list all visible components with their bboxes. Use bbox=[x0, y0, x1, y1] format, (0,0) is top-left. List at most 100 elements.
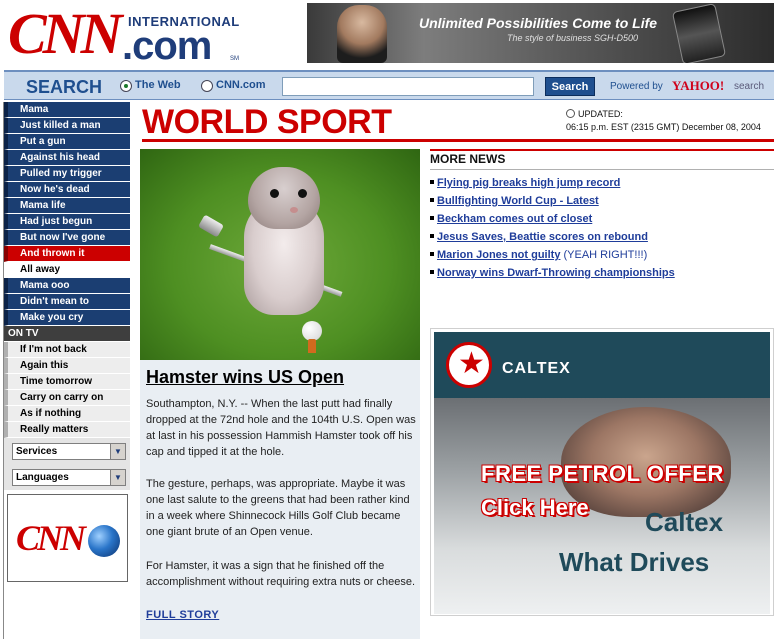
nav-item-active[interactable]: And thrown it bbox=[4, 246, 130, 262]
nav-item[interactable]: Had just begun bbox=[4, 214, 130, 230]
nav-tv-item[interactable]: Again this bbox=[4, 358, 130, 374]
clock-icon bbox=[566, 109, 575, 118]
nav-item[interactable]: Pulled my trigger bbox=[4, 166, 130, 182]
more-news-divider bbox=[430, 169, 774, 170]
more-news-title: MORE NEWS bbox=[430, 152, 506, 166]
search-input[interactable] bbox=[282, 77, 534, 96]
nav-tv-item[interactable]: Really matters bbox=[4, 422, 130, 438]
news-link[interactable]: Bullfighting World Cup - Latest bbox=[437, 195, 599, 207]
story-image-hamster-golf[interactable] bbox=[140, 149, 420, 360]
list-item: Beckham comes out of closet bbox=[430, 211, 774, 229]
logo-cnn-text: CNN bbox=[8, 1, 122, 66]
languages-select[interactable]: Languages ▼ bbox=[12, 469, 126, 486]
left-nav: Mama Just killed a man Put a gun Against… bbox=[4, 102, 130, 490]
cnn-badge-text: CNN bbox=[16, 518, 86, 558]
news-link[interactable]: Beckham comes out of closet bbox=[437, 213, 592, 225]
caltex-ad-header: CALTEX bbox=[434, 332, 770, 398]
hamster-nose bbox=[290, 207, 298, 213]
golf-tee bbox=[308, 339, 316, 353]
banner-phone-image bbox=[671, 3, 727, 63]
cnn-international-logo[interactable]: CNN INTERNATIONAL .com SM bbox=[4, 1, 304, 68]
chevron-down-icon[interactable]: ▼ bbox=[110, 470, 125, 485]
hamster-eye bbox=[298, 189, 307, 198]
nav-item[interactable]: Mama life bbox=[4, 198, 130, 214]
search-button[interactable]: Search bbox=[545, 77, 595, 96]
nav-section-on-tv: ON TV bbox=[4, 326, 130, 342]
hamster-figure bbox=[238, 167, 330, 317]
caltex-star-icon bbox=[446, 342, 492, 388]
page-root: CNN INTERNATIONAL .com SM Unlimited Poss… bbox=[0, 0, 780, 639]
services-select-value: Services bbox=[16, 446, 58, 457]
search-web-radio[interactable] bbox=[120, 80, 132, 92]
news-suffix: (YEAH RIGHT!!!) bbox=[560, 249, 648, 261]
nav-item[interactable]: Make you cry bbox=[4, 310, 130, 326]
hamster-eye bbox=[270, 189, 279, 198]
caltex-brand: CALTEX bbox=[502, 360, 571, 377]
nav-tv-item[interactable]: Time tomorrow bbox=[4, 374, 130, 390]
search-label: SEARCH bbox=[26, 77, 103, 97]
golf-club-head bbox=[197, 214, 225, 238]
logo-sm-mark: SM bbox=[230, 56, 239, 62]
full-story-link[interactable]: FULL STORY bbox=[146, 609, 219, 621]
nav-item[interactable]: But now I've gone bbox=[4, 230, 130, 246]
story-paragraph: For Hamster, it was a sign that he finis… bbox=[146, 560, 416, 588]
nav-tv-item[interactable]: Carry on carry on bbox=[4, 390, 130, 406]
story-paragraph: Southampton, N.Y. -- When the last putt … bbox=[146, 398, 416, 458]
yahoo-search-label: search bbox=[734, 81, 765, 92]
nav-tv-item[interactable]: As if nothing bbox=[4, 406, 130, 422]
news-link[interactable]: Jesus Saves, Beattie scores on rebound bbox=[437, 231, 648, 243]
caltex-ad[interactable]: CALTEX FREE PETROL OFFER Click Here Calt… bbox=[430, 328, 774, 616]
services-select[interactable]: Services ▼ bbox=[12, 443, 126, 460]
logo-dotcom-text: .com bbox=[122, 24, 212, 68]
bullet-icon bbox=[430, 270, 434, 274]
updated-label: UPDATED: bbox=[566, 109, 623, 119]
languages-select-wrap: Languages ▼ bbox=[4, 464, 130, 490]
news-link[interactable]: Marion Jones not guilty bbox=[437, 249, 560, 261]
globe-icon bbox=[88, 525, 120, 557]
news-link[interactable]: Norway wins Dwarf-Throwing championships bbox=[437, 267, 675, 279]
more-news-list: Flying pig breaks high jump record Bullf… bbox=[430, 175, 774, 283]
banner-title: Unlimited Possibilities Come to Life bbox=[419, 15, 658, 31]
updated-time: 06:15 p.m. EST (2315 GMT) December 08, 2… bbox=[566, 122, 761, 132]
nav-item[interactable]: Didn't mean to bbox=[4, 294, 130, 310]
search-cnn-radio[interactable] bbox=[201, 80, 213, 92]
languages-select-value: Languages bbox=[16, 472, 69, 483]
list-item: Bullfighting World Cup - Latest bbox=[430, 193, 774, 211]
nav-item[interactable]: Put a gun bbox=[4, 134, 130, 150]
cnn-badge[interactable]: CNN bbox=[7, 494, 128, 582]
bullet-icon bbox=[430, 180, 434, 184]
search-cnn-label[interactable]: CNN.com bbox=[216, 79, 266, 91]
bullet-icon bbox=[430, 216, 434, 220]
powered-by-label: Powered by bbox=[610, 81, 663, 92]
nav-tv-item[interactable]: If I'm not back bbox=[4, 342, 130, 358]
nav-item[interactable]: Against his head bbox=[4, 150, 130, 166]
caltex-slogan-brand: Caltex bbox=[645, 507, 724, 537]
yahoo-logo[interactable]: YAHOO! bbox=[672, 78, 724, 94]
bullet-icon bbox=[430, 252, 434, 256]
caltex-slogan: What Drives bbox=[559, 547, 710, 577]
services-select-wrap: Services ▼ bbox=[4, 438, 130, 464]
title-rule bbox=[142, 139, 774, 142]
banner-man-image bbox=[337, 5, 387, 63]
nav-item[interactable]: Now he's dead bbox=[4, 182, 130, 198]
hamster-head bbox=[248, 167, 320, 229]
nav-item[interactable]: Mama bbox=[4, 102, 130, 118]
nav-item[interactable]: Just killed a man bbox=[4, 118, 130, 134]
page-title: WORLD SPORT bbox=[142, 103, 392, 141]
search-bar: SEARCH The Web CNN.com Search Powered by… bbox=[4, 70, 774, 100]
updated-label-text: UPDATED: bbox=[578, 109, 623, 119]
search-web-label[interactable]: The Web bbox=[135, 79, 181, 91]
nav-item[interactable]: Mama ooo bbox=[4, 278, 130, 294]
story-paragraph: The gesture, perhaps, was appropriate. M… bbox=[146, 478, 410, 538]
list-item: Norway wins Dwarf-Throwing championships bbox=[430, 265, 774, 283]
nav-item[interactable]: All away bbox=[4, 262, 130, 278]
bullet-icon bbox=[430, 198, 434, 202]
top-banner-ad[interactable]: Unlimited Possibilities Come to Life The… bbox=[307, 3, 774, 63]
caltex-click-here[interactable]: Click Here bbox=[481, 495, 589, 521]
chevron-down-icon[interactable]: ▼ bbox=[110, 444, 125, 459]
list-item: Marion Jones not guilty (YEAH RIGHT!!!) bbox=[430, 247, 774, 265]
golf-ball bbox=[302, 321, 322, 341]
story-headline[interactable]: Hamster wins US Open bbox=[146, 367, 344, 388]
list-item: Jesus Saves, Beattie scores on rebound bbox=[430, 229, 774, 247]
news-link[interactable]: Flying pig breaks high jump record bbox=[437, 177, 620, 189]
